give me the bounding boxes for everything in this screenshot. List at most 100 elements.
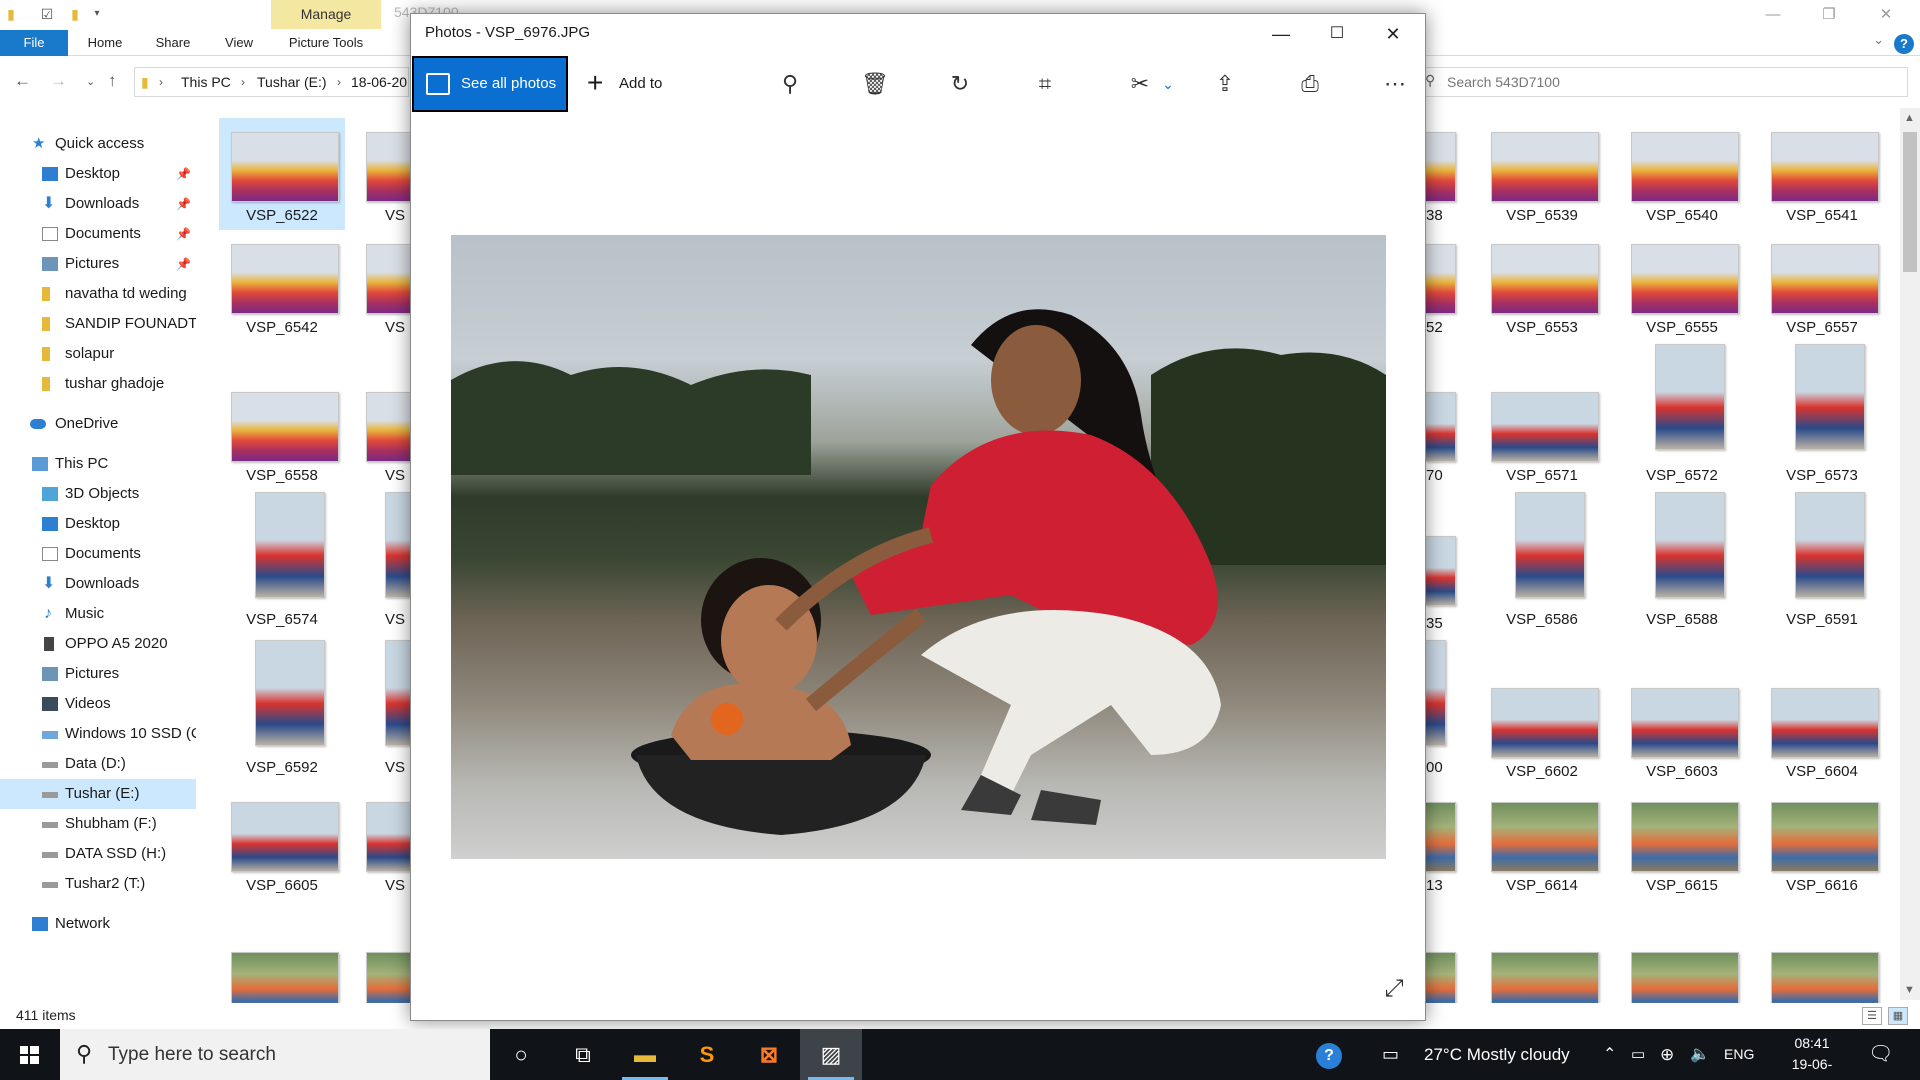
cortana-icon[interactable]: ○ [490,1029,552,1080]
file-item[interactable]: VSP_6574 [219,488,345,628]
file-item[interactable]: VSP_6573 [1759,340,1885,484]
taskbar-search-box[interactable]: ⚲ Type here to search [60,1029,490,1080]
help-icon[interactable]: ? [1894,34,1914,54]
file-item[interactable]: VSP_6541 [1759,118,1885,230]
nav-network[interactable]: Network [0,909,196,939]
tab-file[interactable]: File [0,30,68,56]
weather-icon[interactable]: ▭ [1382,1029,1399,1080]
nav-quick-documents[interactable]: Documents 📌 [0,219,196,249]
nav-pc-drive-d[interactable]: Data (D:) [0,749,196,779]
nav-quick-access[interactable]: ★ Quick access [0,129,196,159]
nav-pc-documents[interactable]: Documents [0,539,196,569]
file-item[interactable]: VSP_6602 [1479,674,1605,786]
xampp-taskbar-button[interactable]: ⊠ [738,1029,800,1080]
file-item[interactable]: VSP_6588 [1619,488,1745,628]
search-input[interactable]: ⚲ Search 543D7100 [1416,67,1908,97]
nav-quick-downloads[interactable]: ⬇ Downloads 📌 [0,189,196,219]
file-item[interactable]: VSP_6591 [1759,488,1885,628]
nav-pc-desktop[interactable]: Desktop [0,509,196,539]
notifications-icon[interactable]: 🗨 [1868,1029,1893,1080]
file-item[interactable]: VSP_6539 [1479,118,1605,230]
file-item[interactable]: VSP_6603 [1619,674,1745,786]
start-button[interactable] [0,1029,60,1080]
maximize-icon[interactable]: ☐ [1309,14,1365,54]
file-item[interactable]: VSP_6522 [219,118,345,230]
file-item[interactable]: VSP_6592 [219,636,345,776]
fullscreen-icon[interactable]: ⤢ [1379,974,1409,1004]
nav-pc-music[interactable]: ♪ Music [0,599,196,629]
explorer-restore-icon[interactable]: ❐ [1801,0,1857,30]
properties-icon[interactable]: ☑ [40,6,54,22]
file-item[interactable]: VSP_6616 [1759,788,1885,900]
details-view-icon[interactable]: ☰ [1862,1007,1882,1025]
tab-picture-tools[interactable]: Picture Tools [276,30,376,56]
task-view-icon[interactable]: ⧉ [552,1029,614,1080]
file-item[interactable]: 35 [1426,526,1466,638]
photos-taskbar-button[interactable]: ▨ [800,1029,862,1080]
file-item[interactable] [1619,938,1745,1008]
file-item[interactable]: 70 [1426,378,1466,490]
file-item[interactable]: VSP_6604 [1759,674,1885,786]
file-item[interactable]: 38 [1426,118,1466,230]
show-hidden-icons-icon[interactable]: ⌃ [1603,1029,1616,1080]
file-item[interactable] [1426,938,1466,1008]
photo-viewer-image[interactable] [451,235,1386,859]
recent-locations-icon[interactable]: ⌄ [86,75,95,88]
file-item[interactable]: VS [355,378,426,490]
nav-pc-drive-t[interactable]: Tushar2 (T:) [0,869,196,899]
file-item[interactable]: VSP_6542 [219,230,345,342]
file-item[interactable]: VSP_6571 [1479,378,1605,490]
see-all-photos-button[interactable]: See all photos [412,56,568,112]
file-item[interactable]: VS [355,488,425,628]
chevron-right-icon[interactable]: › [337,68,341,96]
clock[interactable]: 08:41 19-06-2021 [1777,1033,1847,1080]
nav-pc-downloads[interactable]: ⬇ Downloads [0,569,196,599]
minimize-icon[interactable]: — [1253,14,1309,54]
up-icon[interactable]: ↑ [108,71,117,91]
nav-quick-folder[interactable]: solapur [0,339,196,369]
nav-this-pc[interactable]: This PC [0,449,196,479]
forward-icon[interactable]: → [50,71,67,91]
delete-icon[interactable]: 🗑 [852,56,898,112]
chevron-right-icon[interactable]: › [241,68,245,96]
nav-pc-3d-objects[interactable]: 3D Objects [0,479,196,509]
chevron-right-icon[interactable]: › [159,68,163,96]
file-item[interactable]: VSP_6615 [1619,788,1745,900]
network-icon[interactable]: ⊕ [1660,1029,1674,1080]
nav-quick-folder[interactable]: tushar ghadoje [0,369,196,399]
rotate-icon[interactable]: ↻ [937,56,983,112]
back-icon[interactable]: ← [14,71,31,91]
expand-ribbon-icon[interactable]: ⌄ [1873,32,1884,48]
explorer-close-icon[interactable]: ✕ [1858,0,1914,30]
tab-share[interactable]: Share [148,30,198,56]
scroll-down-icon[interactable]: ▼ [1904,984,1915,996]
print-icon[interactable]: ⎙ [1287,56,1333,112]
crop-icon[interactable]: ⌗ [1022,56,1068,112]
large-icons-view-icon[interactable]: ▦ [1888,1007,1908,1025]
zoom-in-icon[interactable]: ⚲ [767,56,813,112]
nav-pc-drive-c[interactable]: Windows 10 SSD (C [0,719,196,749]
file-item[interactable]: 52 [1426,230,1466,342]
file-item[interactable]: VSP_6553 [1479,230,1605,342]
nav-onedrive[interactable]: OneDrive [0,409,196,439]
file-item[interactable]: VS [355,788,426,900]
file-item[interactable]: VSP_6614 [1479,788,1605,900]
help-tray-icon[interactable]: ? [1312,1029,1346,1080]
sublime-text-taskbar-button[interactable]: S [676,1029,738,1080]
chevron-down-icon[interactable]: ⌄ [1145,56,1191,112]
nav-quick-desktop[interactable]: Desktop 📌 [0,159,196,189]
nav-pc-drive-e[interactable]: Tushar (E:) [0,779,196,809]
file-item[interactable]: 13 [1426,788,1466,900]
new-folder-icon[interactable]: ▮ [68,6,82,22]
nav-pc-drive-h[interactable]: DATA SSD (H:) [0,839,196,869]
file-item[interactable]: VSP_6605 [219,788,345,900]
file-item[interactable] [1479,938,1605,1008]
add-to-button[interactable]: + Add to [583,56,683,112]
more-options-icon[interactable]: ⋯ [1372,56,1418,112]
battery-icon[interactable]: ▭ [1631,1029,1645,1080]
file-item[interactable]: VSP_6555 [1619,230,1745,342]
scrollbar-thumb[interactable] [1903,132,1917,272]
address-bar[interactable]: ▮ › This PC › Tushar (E:) › 18-06-20 [134,67,409,97]
share-icon[interactable]: ⇪ [1202,56,1248,112]
customize-quick-access-icon[interactable]: ▾ [90,6,104,22]
